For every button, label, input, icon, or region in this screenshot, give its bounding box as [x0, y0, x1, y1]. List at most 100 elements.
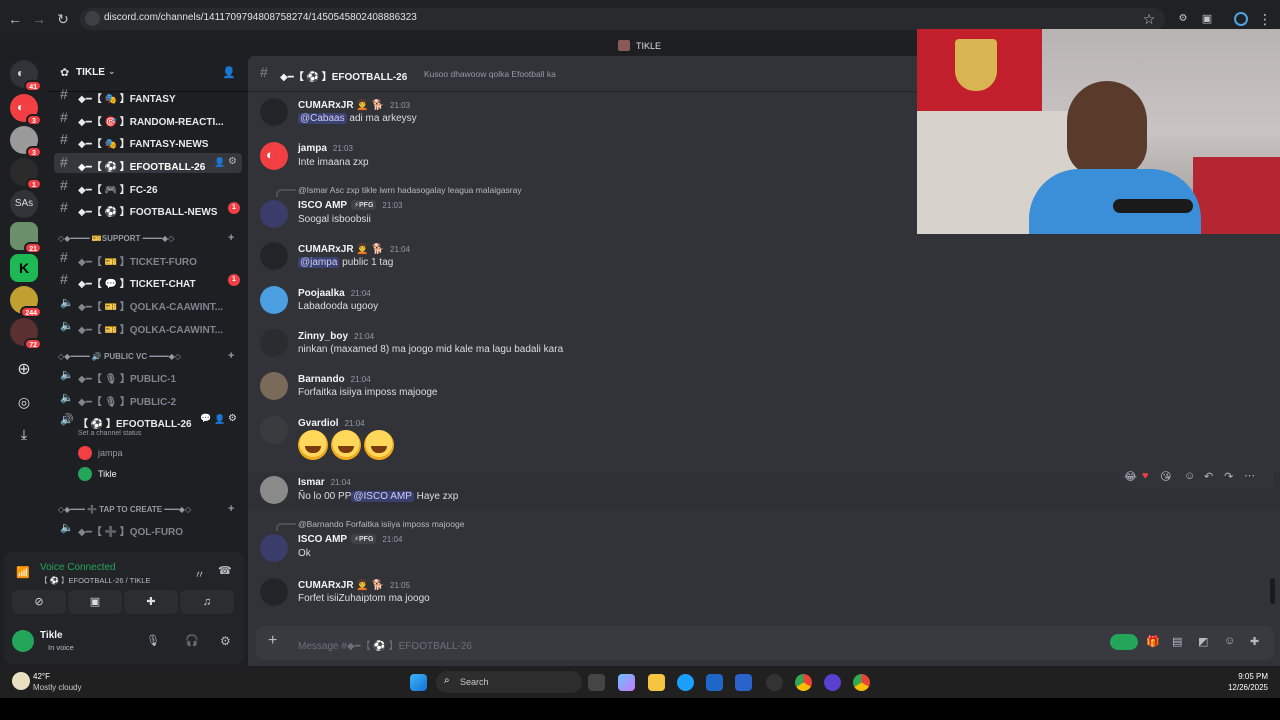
server-icon-1[interactable]: ◐ 3 — [10, 94, 42, 126]
server-icon-3[interactable]: 1 — [10, 158, 42, 190]
server-icon-2[interactable]: 3 — [10, 126, 42, 158]
channel-fantasy[interactable]: # ◆━【 🎭 】FANTASY — [54, 85, 242, 105]
microphone-icon[interactable]: 🎙 — [146, 634, 160, 647]
emoji-icon[interactable]: ☺ — [1224, 635, 1235, 647]
more-options-icon[interactable]: ⋯ — [1244, 469, 1255, 482]
message-author[interactable]: ISCO AMP ⚡PFG 21:03 — [298, 200, 402, 211]
avatar[interactable] — [260, 578, 288, 606]
user-mention[interactable]: @ISCO AMP — [351, 491, 414, 502]
weather-icon[interactable] — [12, 672, 30, 690]
camera-off-button[interactable]: ⊘ — [12, 590, 66, 614]
category-public-vc[interactable]: ◇◆━━━━ 🔊 PUBLIC VC ━━━━◆◇ + — [58, 350, 244, 366]
message-author[interactable]: CUMARxJR 🧑‍🦱 🐕 21:03 — [298, 100, 410, 111]
channel-ticket-chat[interactable]: # ◆━【 💬 】TICKET-CHAT 1 — [54, 270, 242, 290]
chrome-profile-icon[interactable] — [853, 674, 870, 691]
message-author[interactable]: Barnando 21:04 — [298, 374, 371, 385]
invite-icon[interactable]: 👤 — [214, 157, 225, 168]
message-author[interactable]: Gvardiol 21:04 — [298, 418, 365, 429]
chrome-icon[interactable] — [795, 674, 812, 691]
server-icon-sas[interactable]: SAs — [10, 190, 38, 218]
taskbar-search[interactable]: ⌕ Search — [436, 671, 582, 693]
home-button[interactable]: ◐ 41 — [10, 60, 42, 92]
edge-icon[interactable] — [677, 674, 694, 691]
channel-random-reactions[interactable]: # ◆━【 🎯 】RANDOM-REACTI... — [54, 108, 242, 128]
message-author[interactable]: Ismar 21:04 — [298, 477, 351, 488]
reload-icon[interactable]: ↻ — [54, 10, 72, 28]
headphones-icon[interactable]: 🎧 — [185, 634, 199, 647]
channel-fantasy-news[interactable]: # ◆━【 🎭 】FANTASY-NEWS — [54, 130, 242, 150]
settings-gear-icon[interactable]: ⚙ — [228, 413, 237, 424]
start-windows-icon[interactable] — [410, 674, 427, 691]
reply-preview[interactable]: @Barnando Forfaitka isiiya imposs majoog… — [298, 519, 464, 529]
avatar[interactable] — [260, 372, 288, 400]
store-icon[interactable] — [706, 674, 723, 691]
message-author[interactable]: CUMARxJR 🧑‍🦱 🐕 21:05 — [298, 580, 410, 591]
message-input[interactable]: Message #◆━【 ⚽ 】EFOOTBALL-26 — [298, 637, 472, 652]
server-icon-kick[interactable]: K — [10, 254, 38, 282]
message-composer[interactable]: + Message #◆━【 ⚽ 】EFOOTBALL-26 🎁 ▤ ◩ ☺ ✚ — [256, 626, 1274, 660]
back-icon[interactable]: ← — [6, 10, 24, 28]
channel-qol-furo[interactable]: 🔈 ◆━【 ➕ 】QOL-FURO — [54, 518, 242, 538]
add-channel-icon[interactable]: + — [228, 350, 234, 362]
voice-channel-efootball-26[interactable]: 🔊 【 ⚽ 】EFOOTBALL-26 💬 👤 ⚙ — [54, 410, 242, 430]
settings-gear-icon[interactable]: ⚙ — [228, 156, 237, 167]
rofl-emoji-icon[interactable] — [298, 430, 328, 460]
avatar[interactable] — [260, 476, 288, 504]
add-channel-icon[interactable]: + — [228, 232, 234, 244]
bookmark-star-icon[interactable]: ☆ — [1140, 10, 1158, 28]
clock-date[interactable]: 12/26/2025 — [1218, 683, 1268, 692]
apps-icon[interactable]: ✚ — [1250, 635, 1259, 648]
screen-share-button[interactable]: ▣ — [68, 590, 122, 614]
discover-icon[interactable]: ◎ — [10, 388, 38, 416]
wink-reaction-icon[interactable]: 😘 — [1160, 470, 1171, 483]
channel-public-1[interactable]: 🔈 ◆━【 🎙 】PUBLIC-1 — [54, 365, 242, 385]
file-explorer-icon[interactable] — [648, 674, 665, 691]
site-info-icon[interactable] — [85, 11, 100, 26]
message-author[interactable]: Poojaalka 21:04 — [298, 288, 371, 299]
task-view-icon[interactable] — [588, 674, 605, 691]
clock-time[interactable]: 9:05 PM — [1226, 672, 1268, 681]
message-author[interactable]: Zinny_boy 21:04 — [298, 331, 374, 342]
avatar[interactable] — [260, 200, 288, 228]
voice-channel-name[interactable]: 【 ⚽ 】EFOOTBALL-26 / TIKLE — [40, 575, 150, 586]
avatar[interactable] — [260, 329, 288, 357]
chat-bubble-icon[interactable]: 💬 — [200, 413, 211, 424]
category-tap-to-create[interactable]: ◇◆━━━ ➕ TAP TO CREATE ━━━◆◇ + — [58, 503, 244, 519]
scrollbar[interactable] — [1270, 578, 1275, 604]
add-reaction-icon[interactable]: ☺ — [1184, 470, 1195, 482]
app-icon[interactable] — [766, 674, 783, 691]
mail-icon[interactable] — [735, 674, 752, 691]
avatar[interactable] — [260, 286, 288, 314]
channel-ticket-furo[interactable]: # ◆━【 🎫 】TICKET-FURO — [54, 248, 242, 268]
user-mention[interactable]: @Cabaas — [298, 113, 347, 124]
download-icon[interactable]: ⤓ — [10, 420, 38, 448]
extension-icon[interactable]: ⚙ — [1174, 10, 1192, 28]
channel-qolka-caawinta-2[interactable]: 🔈 ◆━【 🎫 】QOLKA-CAAWINT... — [54, 316, 242, 336]
message-author[interactable]: ISCO AMP ⚡PFG 21:04 — [298, 534, 402, 545]
channel-football-news[interactable]: # ◆━【 ⚽ 】FOOTBALL-NEWS 1 — [54, 198, 242, 218]
app-launcher-icon[interactable] — [1110, 634, 1138, 650]
user-mention[interactable]: @jampa — [298, 257, 340, 268]
gift-icon[interactable]: 🎁 — [1146, 635, 1160, 648]
address-bar[interactable]: discord.com/channels/1411709794808758274… — [80, 8, 1165, 30]
activities-button[interactable]: ✚ — [124, 590, 178, 614]
rofl-emoji-icon[interactable] — [364, 430, 394, 460]
weather-temp[interactable]: 42°F — [33, 672, 50, 681]
channel-fc-26[interactable]: # ◆━【 🎮 】FC-26 — [54, 176, 242, 196]
rofl-emoji-icon[interactable] — [331, 430, 361, 460]
forward-icon[interactable]: ↷ — [1224, 470, 1233, 483]
extensions-puzzle-icon[interactable]: ▣ — [1198, 10, 1216, 28]
category-support[interactable]: ◇◆━━━━ 🎫SUPPORT ━━━━◆◇ + — [58, 232, 244, 248]
rofl-reaction-icon[interactable]: 😂 — [1124, 470, 1137, 483]
gif-icon[interactable]: ▤ — [1172, 635, 1182, 648]
avatar[interactable] — [260, 242, 288, 270]
server-icon-4[interactable]: 21 — [10, 222, 42, 254]
sticker-icon[interactable]: ◩ — [1198, 635, 1208, 648]
message-author[interactable]: CUMARxJR 🧑‍🦱 🐕 21:04 — [298, 244, 410, 255]
channel-efootball-26[interactable]: # ◆━【 ⚽ 】EFOOTBALL-26 👤 ⚙ — [54, 153, 242, 173]
add-channel-icon[interactable]: + — [228, 503, 234, 515]
add-server-icon[interactable]: ⊕ — [10, 356, 38, 384]
user-name[interactable]: Tikle — [40, 630, 63, 641]
channel-topic[interactable]: Kusoo dhawoow qolka Efootball ka — [424, 69, 556, 79]
server-icon-5[interactable]: 244 — [10, 286, 42, 318]
